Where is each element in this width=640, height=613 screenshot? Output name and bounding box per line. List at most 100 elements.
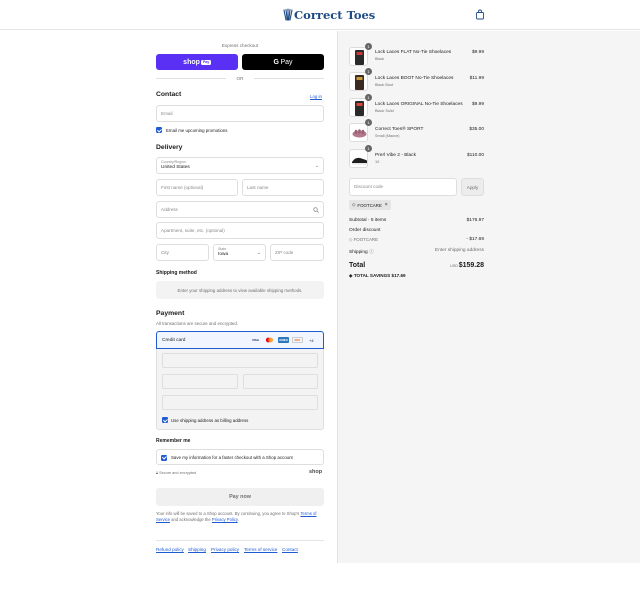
item-qty-badge: 1 xyxy=(365,43,372,50)
shopping-bag-icon[interactable] xyxy=(475,9,485,20)
disclaimer-text-2: and acknowledge the xyxy=(171,517,211,522)
item-thumbnail xyxy=(349,123,368,142)
email-news-label: Email me upcoming promotions xyxy=(166,127,228,133)
save-info-checkbox[interactable] xyxy=(161,454,167,461)
item-thumbnail xyxy=(349,98,368,117)
remember-me-heading: Remember me xyxy=(156,438,191,444)
item-thumbnail xyxy=(349,72,368,91)
item-variant: Black Boot xyxy=(375,83,394,87)
address-field[interactable]: Address xyxy=(156,201,324,218)
discover-icon: DISC xyxy=(292,337,303,343)
toes-logo-icon xyxy=(283,8,293,21)
brand-logo[interactable]: Correct Toes xyxy=(283,7,375,23)
item-qty-badge: 1 xyxy=(365,119,372,126)
info-icon[interactable]: ⓘ xyxy=(369,250,374,255)
credit-card-label: Credit card xyxy=(162,338,186,343)
item-qty-badge: 1 xyxy=(365,68,372,75)
secure-label: Secure and encrypted xyxy=(159,471,197,475)
google-g-icon: G xyxy=(273,58,279,66)
discount-tag: ◇ FOOTCARE × xyxy=(349,200,391,210)
zip-placeholder: ZIP code xyxy=(275,250,294,255)
google-pay-button[interactable]: G Pay xyxy=(242,54,324,70)
city-placeholder: City xyxy=(161,250,169,255)
item-name: Lock Laces BOOT No-Tie Shoelaces xyxy=(375,76,454,81)
name-on-card-field[interactable] xyxy=(162,395,318,410)
item-price: $110.00 xyxy=(467,153,484,158)
total-savings: ◈ TOTAL SAVINGS $17.69 xyxy=(349,273,406,279)
total-value: $159.28 xyxy=(458,262,484,269)
shop-pay-button[interactable]: shop Pay xyxy=(156,54,238,70)
item-variant: Small (Mauve) xyxy=(375,134,400,138)
privacy-policy-link[interactable]: Privacy policy xyxy=(211,547,239,552)
shipping-value: Enter shipping address xyxy=(434,248,484,253)
shop-logo: shop xyxy=(309,469,323,475)
email-field[interactable]: Email xyxy=(156,105,324,122)
close-icon[interactable]: × xyxy=(385,202,388,208)
discount-code-field[interactable]: Discount code xyxy=(349,178,457,196)
item-thumbnail xyxy=(349,149,368,168)
tag-icon: ◇ xyxy=(352,202,356,207)
first-name-placeholder: First name (optional) xyxy=(161,185,204,190)
apartment-field[interactable]: Apartment, suite, etc. (optional) xyxy=(156,222,324,239)
card-number-field[interactable] xyxy=(162,353,318,368)
country-label: Country/Region xyxy=(161,160,186,164)
item-price: $11.99 xyxy=(469,76,484,81)
footer-divider xyxy=(156,540,324,541)
discount-tag-label: FOOTCARE xyxy=(357,202,382,208)
login-link[interactable]: Log in xyxy=(310,94,322,99)
shipping-link[interactable]: Shipping xyxy=(188,547,206,552)
pay-now-label: Pay now xyxy=(229,494,251,500)
apply-button[interactable]: Apply xyxy=(461,178,484,196)
item-name: Prerl Vibe 2 - Black xyxy=(375,153,416,158)
refund-policy-link[interactable]: Refund policy xyxy=(156,547,184,552)
search-icon xyxy=(313,207,319,213)
contact-link[interactable]: Contact xyxy=(282,547,298,552)
first-name-field[interactable]: First name (optional) xyxy=(156,179,238,196)
item-variant: 10 xyxy=(375,160,380,164)
discount-placeholder: Discount code xyxy=(354,184,384,189)
terms-of-service-link[interactable]: Terms of service xyxy=(244,547,277,552)
card-details-panel: Use shipping address as billing address xyxy=(156,349,324,430)
subtotal-label: Subtotal · 5 items xyxy=(349,218,387,223)
tag-icon: ◇ xyxy=(349,237,353,242)
state-select[interactable]: State Iowa ⌄ xyxy=(213,244,266,261)
divider-right xyxy=(254,78,324,79)
more-cards-label: +4 xyxy=(309,338,314,343)
city-field[interactable]: City xyxy=(156,244,209,261)
pay-now-button[interactable]: Pay now xyxy=(156,488,324,506)
shop-pay-badge: Pay xyxy=(201,59,211,65)
chevron-down-icon: ⌄ xyxy=(314,163,319,169)
country-value: United States xyxy=(161,165,190,170)
expiry-field[interactable] xyxy=(162,374,238,389)
zip-field[interactable]: ZIP code xyxy=(270,244,324,261)
item-price: $9.99 xyxy=(471,50,484,55)
express-checkout-label: Express checkout xyxy=(221,43,259,48)
item-price: $9.99 xyxy=(471,102,484,107)
tag-icon: ◈ xyxy=(349,273,353,278)
payment-subtitle: All transactions are secure and encrypte… xyxy=(156,321,239,326)
chevron-down-icon: ⌄ xyxy=(256,250,261,256)
credit-card-option[interactable]: Credit card VISA AMEX DISC +4 xyxy=(156,331,324,349)
visa-icon: VISA xyxy=(251,338,259,342)
savings-label: TOTAL SAVINGS xyxy=(353,273,391,278)
email-news-checkbox[interactable] xyxy=(156,127,162,133)
disclaimer-text-3: . xyxy=(237,517,239,522)
payment-heading: Payment xyxy=(156,310,185,317)
shop-disclaimer: Your info will be saved to a Shop accoun… xyxy=(156,511,324,523)
shipping-method-notice: Enter your shipping address to view avai… xyxy=(156,281,324,299)
country-select[interactable]: Country/Region United States ⌄ xyxy=(156,157,324,174)
item-qty-badge: 1 xyxy=(365,145,372,152)
privacy-link[interactable]: Privacy Policy xyxy=(212,517,238,522)
item-qty-badge: 1 xyxy=(365,94,372,101)
contact-heading: Contact xyxy=(156,91,182,98)
billing-address-checkbox[interactable] xyxy=(162,417,168,423)
shipping-method-heading: Shipping method xyxy=(156,270,197,276)
subtotal-value: $176.97 xyxy=(466,218,484,223)
shipping-method-notice-text: Enter your shipping address to view avai… xyxy=(177,287,303,293)
last-name-field[interactable]: Last name xyxy=(242,179,324,196)
state-label: State xyxy=(218,247,227,251)
billing-address-label: Use shipping address as billing address xyxy=(171,417,249,423)
security-code-field[interactable] xyxy=(243,374,318,389)
state-value: Iowa xyxy=(218,252,229,257)
save-info-option[interactable]: Save my information for a faster checkou… xyxy=(156,449,324,465)
